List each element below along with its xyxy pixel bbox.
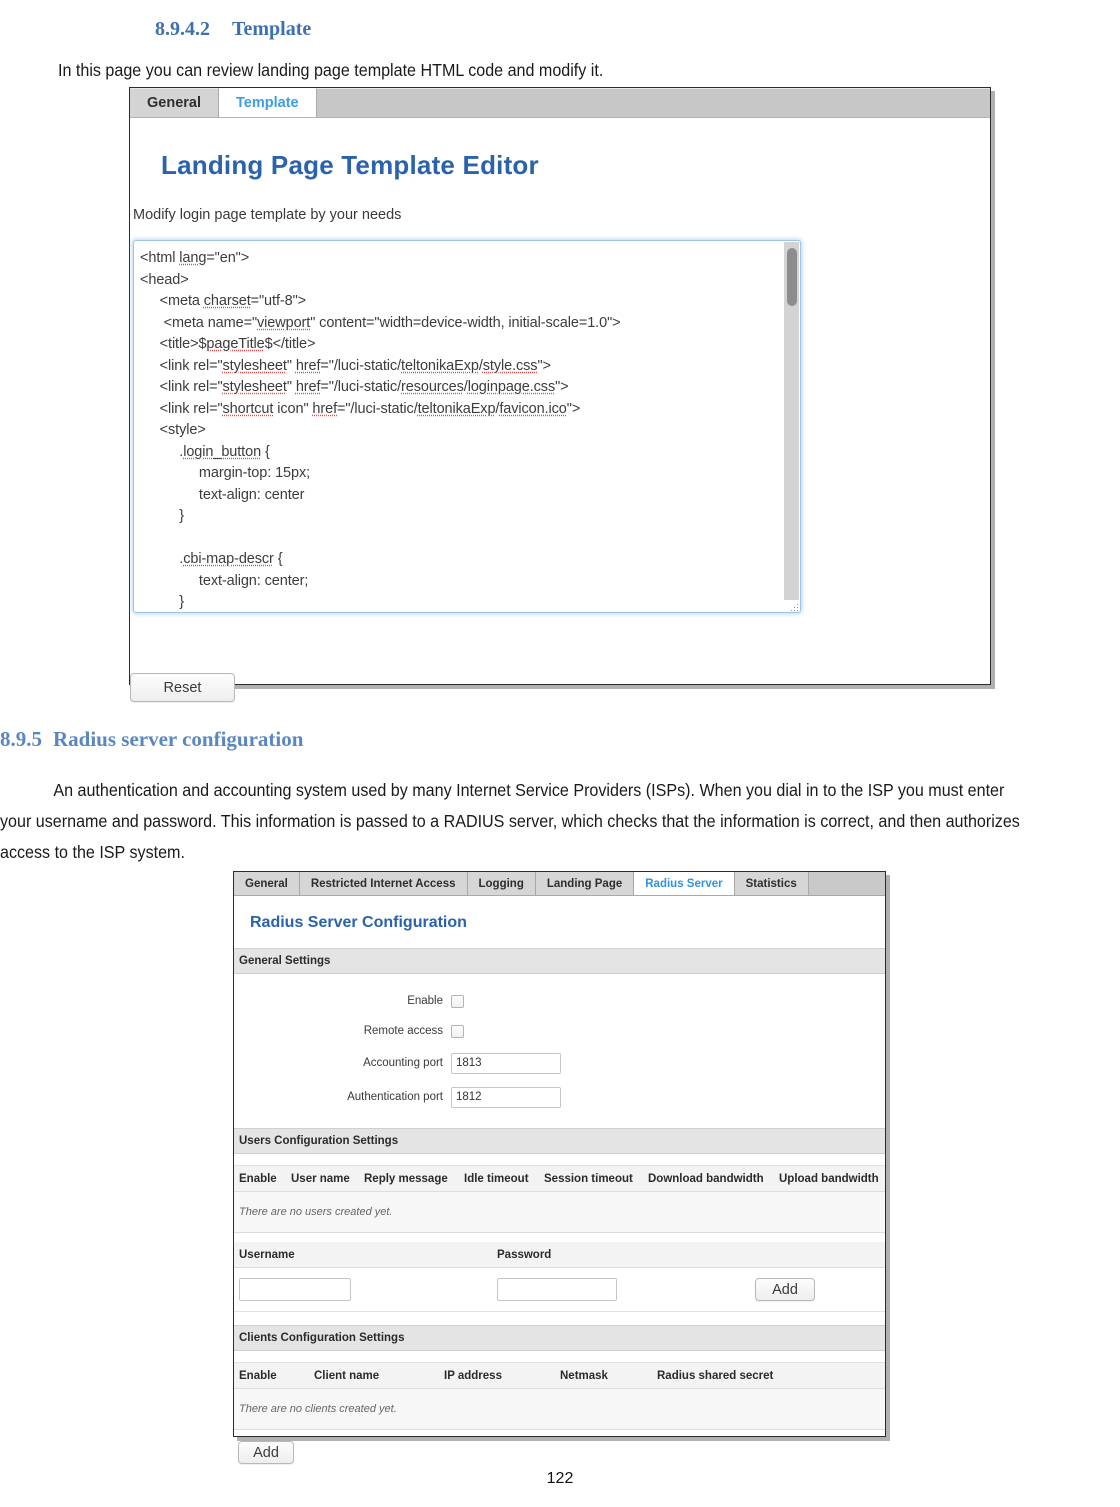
intro-paragraph: In this page you can review landing page…: [58, 59, 604, 80]
resize-handle-icon[interactable]: [787, 600, 798, 611]
label-authentication-port: Authentication port: [347, 1091, 443, 1103]
users-settings-header: Users Configuration Settings: [234, 1128, 885, 1154]
label-password: Password: [497, 1248, 552, 1261]
users-table-spacer: [234, 1154, 885, 1166]
accounting-port-input[interactable]: [451, 1052, 561, 1074]
radius-server-screenshot: General Restricted Internet Access Loggi…: [233, 871, 886, 1464]
password-input[interactable]: [497, 1278, 617, 1301]
tab-restricted-internet-access[interactable]: Restricted Internet Access: [299, 872, 468, 895]
radius-tabbar-filler: [808, 872, 885, 895]
users-empty-message: There are no users created yet.: [234, 1192, 885, 1233]
enable-checkbox[interactable]: [451, 994, 464, 1008]
tab-general[interactable]: General: [130, 88, 219, 117]
tab-general[interactable]: General: [234, 872, 300, 895]
clients-gap: [234, 1312, 885, 1325]
section-title-radius: Radius server configuration: [53, 727, 304, 752]
field-row-enable: Enable: [234, 986, 885, 1016]
column-reply-message: Reply message: [364, 1172, 448, 1185]
column-client-name: Client name: [314, 1369, 380, 1382]
page-number: 122: [546, 1470, 574, 1487]
field-row-authentication-port: Authentication port: [234, 1080, 885, 1114]
user-add-form-row: Add: [234, 1268, 885, 1312]
template-editor-body: Landing Page Template Editor Modify logi…: [130, 150, 990, 716]
tabbar-filler: [316, 88, 990, 117]
label-accounting-port: Accounting port: [363, 1057, 443, 1069]
label-username: Username: [239, 1248, 295, 1261]
password-slot: [492, 1278, 617, 1301]
general-settings-header: General Settings: [234, 948, 885, 974]
radius-tabbar: General Restricted Internet Access Loggi…: [234, 872, 885, 896]
column-enable: Enable: [239, 1172, 277, 1185]
field-row-accounting-port: Accounting port: [234, 1046, 885, 1080]
template-code-editor[interactable]: <html lang="en"> <head> <meta charset="u…: [133, 240, 801, 613]
page-title: 8.9.4.2 Template: [155, 18, 311, 41]
template-tabbar: General Template: [130, 88, 990, 118]
username-slot: [234, 1278, 492, 1301]
radius-page-title: Radius Server Configuration: [250, 914, 467, 931]
clients-table-spacer: [234, 1351, 885, 1363]
column-idle-timeout: Idle timeout: [464, 1172, 529, 1185]
section-title-template: Template: [232, 18, 312, 40]
tab-landing-page[interactable]: Landing Page: [535, 872, 635, 895]
tab-template[interactable]: Template: [219, 88, 317, 117]
field-row-remote-access: Remote access: [234, 1016, 885, 1046]
users-gap: [234, 1233, 885, 1242]
label-remote-access: Remote access: [363, 1025, 443, 1037]
username-input[interactable]: [239, 1278, 351, 1301]
users-table-header: Enable User name Reply message Idle time…: [234, 1166, 885, 1192]
section-heading-radius: 8.9.5 Radius server configuration: [0, 727, 303, 752]
editor-heading: Landing Page Template Editor: [161, 150, 539, 180]
tab-statistics[interactable]: Statistics: [734, 872, 809, 895]
code-scrollbar[interactable]: [784, 242, 799, 600]
column-radius-shared-secret: Radius shared secret: [657, 1369, 774, 1382]
column-netmask: Netmask: [560, 1369, 608, 1382]
general-settings-form: Enable Remote access Accounting port Aut…: [234, 974, 885, 1128]
code-scrollbar-thumb[interactable]: [787, 248, 797, 306]
reset-button[interactable]: Reset: [130, 673, 235, 702]
user-add-form-header: Username Password: [234, 1242, 885, 1268]
column-ip-address: IP address: [444, 1369, 502, 1382]
clients-table-header: Enable Client name IP address Netmask Ra…: [234, 1363, 885, 1389]
authentication-port-input[interactable]: [451, 1086, 561, 1108]
section-number-radius: 8.9.5: [0, 727, 42, 752]
editor-description: Modify login page template by your needs: [133, 207, 402, 223]
add-user-button[interactable]: Add: [755, 1278, 815, 1301]
template-editor-screenshot: General Template Landing Page Template E…: [129, 87, 991, 702]
column-download-bandwidth: Download bandwidth: [648, 1172, 764, 1185]
add-client-button[interactable]: Add: [238, 1441, 294, 1464]
column-session-timeout: Session timeout: [544, 1172, 633, 1185]
section-number-template: 8.9.4.2: [155, 18, 210, 40]
radius-paragraph: An authentication and accounting system …: [0, 779, 1020, 862]
tab-logging[interactable]: Logging: [467, 872, 536, 895]
label-enable: Enable: [407, 995, 443, 1007]
column-upload-bandwidth: Upload bandwidth: [779, 1172, 879, 1185]
clients-empty-message: There are no clients created yet.: [234, 1389, 885, 1430]
column-user-name: User name: [291, 1172, 350, 1185]
remote-access-checkbox[interactable]: [451, 1024, 464, 1038]
column-enable: Enable: [239, 1369, 277, 1382]
template-code-text[interactable]: <html lang="en"> <head> <meta charset="u…: [140, 248, 778, 612]
tab-radius-server[interactable]: Radius Server: [634, 872, 735, 895]
clients-settings-header: Clients Configuration Settings: [234, 1325, 885, 1351]
